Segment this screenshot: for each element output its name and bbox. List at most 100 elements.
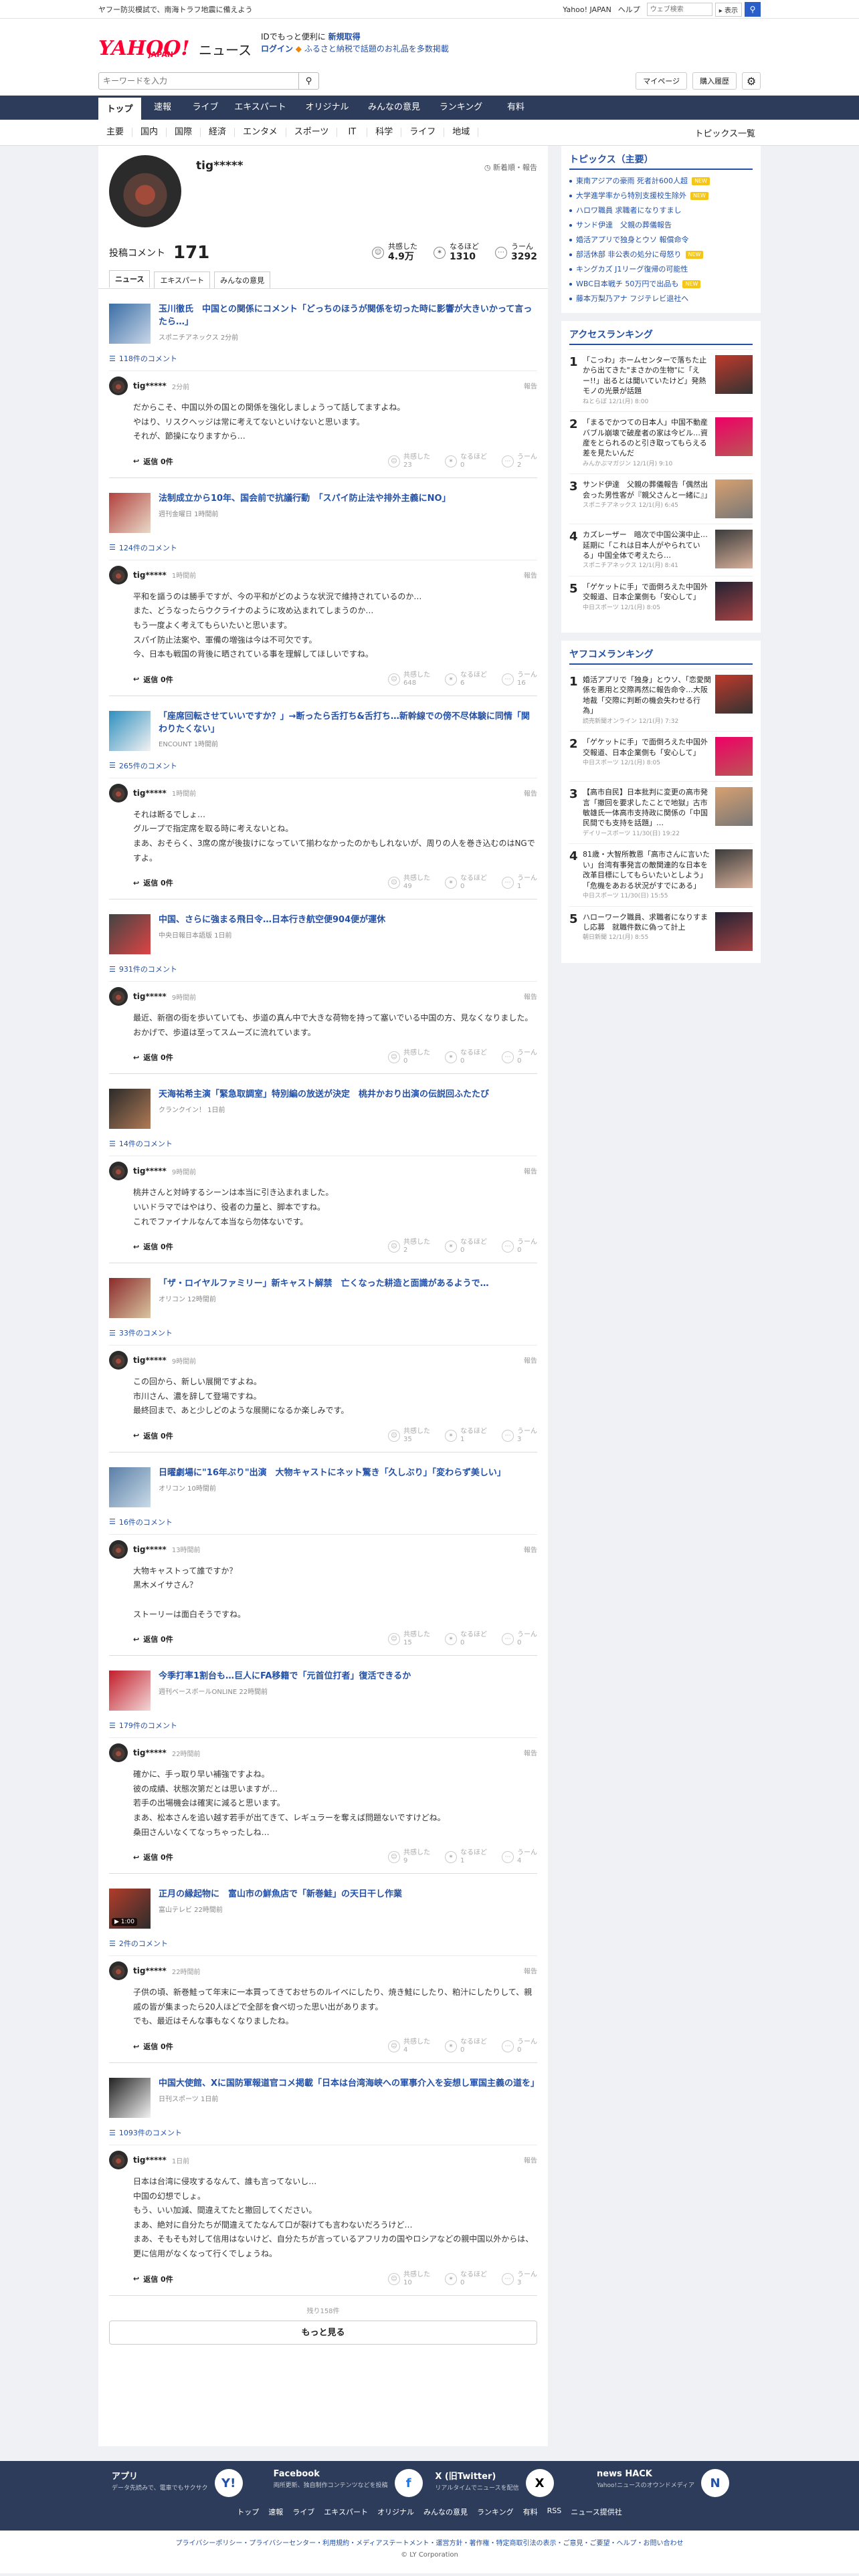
- search-icon[interactable]: ⚲: [299, 72, 319, 90]
- react-empathy-button[interactable]: ☺ 共感した 648: [388, 671, 430, 687]
- category-entertainment[interactable]: エンタメ: [235, 128, 286, 137]
- article-link[interactable]: 天海祐希主演「緊急取調室」特別編の放送が決定 桃井かおり出演の伝説回ふたたび ク…: [109, 1074, 537, 1130]
- category-domestic[interactable]: 国内: [132, 128, 167, 137]
- tab-paid[interactable]: 有料: [494, 96, 537, 120]
- category-life[interactable]: ライフ: [401, 128, 445, 137]
- article-link[interactable]: 「座席回転させていいですか？」→断ったら舌打ち&舌打ち…新幹線での傍不尽体験に同…: [109, 696, 537, 751]
- react-hmm-button[interactable]: ⋯ うーん 0: [502, 1631, 537, 1647]
- react-hmm-button[interactable]: ⋯ うーん 16: [502, 671, 537, 687]
- topic-link[interactable]: ハロワ職員 求職者になりすまし: [569, 203, 753, 218]
- topic-link[interactable]: 東南アジアの豪雨 死者計600人超 NEW: [569, 174, 753, 189]
- tab-live[interactable]: ライブ: [184, 96, 227, 120]
- ranking-item[interactable]: 4 カズレーザー 暗次で中国公演中止…延期に「これは日本人がやられている」中国全体…: [569, 524, 753, 576]
- topic-link[interactable]: WBC日本戦チ 50万円で出品も NEW: [569, 277, 753, 292]
- comment-author[interactable]: tig*****: [133, 1966, 167, 1975]
- help-link[interactable]: ヘルプ: [618, 4, 640, 15]
- ranking-item[interactable]: 5 「ゲケットに手」で面倒ろえた中国外交報道、日本企業側も「安心して」 中日スポーツ…: [569, 576, 753, 626]
- react-insight-button[interactable]: ✶ なるほど 0: [445, 1631, 487, 1647]
- footer-nav-link[interactable]: ニュース提供社: [571, 2506, 622, 2517]
- react-empathy-button[interactable]: ☺ 共感した 23: [388, 453, 430, 469]
- topic-link[interactable]: 部活休部 非公表の処分に母怒り NEW: [569, 247, 753, 262]
- comment-count-link[interactable]: ☰ 931件のコメント: [109, 964, 537, 982]
- article-link[interactable]: 玉川徹氏 中国との関係にコメント「どっちのほうが関係を切った時に影響が大きいかっ…: [109, 289, 537, 344]
- comment-author[interactable]: tig*****: [133, 992, 167, 1001]
- category-science[interactable]: 科学: [367, 128, 402, 137]
- article-title[interactable]: 天海祐希主演「緊急取調室」特別編の放送が決定 桃井かおり出演の伝説回ふたたび: [159, 1089, 489, 1101]
- article-link[interactable]: 日曜劇場に"16年ぶり"出演 大物キャストにネット驚き「久しぶり」「変わらず美し…: [109, 1453, 537, 1507]
- ranking-item[interactable]: 4 81歳・大智所教恩「高市さんに言いたい」台湾有事発言の敵関連的な日本を改革目標…: [569, 843, 753, 905]
- react-insight-button[interactable]: ✶ なるほど 0: [445, 1239, 487, 1255]
- react-hmm-button[interactable]: ⋯ うーん 0: [502, 1239, 537, 1255]
- report-link[interactable]: 報告: [524, 381, 537, 391]
- reply-button[interactable]: ↩ 返信 0件: [133, 1852, 173, 1862]
- react-insight-button[interactable]: ✶ なるほど 0: [445, 875, 487, 891]
- report-link[interactable]: 報告: [524, 570, 537, 580]
- react-hmm-button[interactable]: ⋯ うーん 0: [502, 2038, 537, 2054]
- comment-count-link[interactable]: ☰ 33件のコメント: [109, 1327, 537, 1346]
- article-link[interactable]: ▶ 1:00 正月の縁起物に 富山市の鮮魚店で「新巻鮭」の天日干し作業 富山テレ…: [109, 1874, 537, 1929]
- tab-ranking[interactable]: ランキング: [427, 96, 494, 120]
- comment-count-link[interactable]: ☰ 16件のコメント: [109, 1517, 537, 1535]
- ranking-item[interactable]: 2 「まるでかつての日本人」中国不動産バブル崩壊で破産者の家は今ビル…資産をとられ…: [569, 411, 753, 473]
- ranking-title[interactable]: カズレーザー 暗次で中国公演中止…延期に「これは日本人がやられている」中国全体で…: [583, 530, 711, 560]
- react-empathy-button[interactable]: ☺ 共感した 2: [388, 1239, 430, 1255]
- tab-expert[interactable]: エキスパート: [227, 96, 294, 120]
- react-empathy-button[interactable]: ☺ 共感した 9: [388, 1849, 430, 1865]
- comment-count-link[interactable]: ☰ 1093件のコメント: [109, 2127, 537, 2145]
- react-insight-button[interactable]: ✶ なるほど 1: [445, 1428, 487, 1444]
- react-hmm-button[interactable]: ⋯ うーん 0: [502, 1049, 537, 1065]
- ranking-title[interactable]: 81歳・大智所教恩「高市さんに言いたい」台湾有事発言の敵関連的な日本を改革目標に…: [583, 849, 711, 891]
- report-link[interactable]: 報告: [524, 1747, 537, 1757]
- category-economy[interactable]: 経済: [201, 128, 235, 137]
- ranking-item[interactable]: 2 「ゲケットに手」で面倒ろえた中国外交報道、日本企業側も「安心して」 中日スポーツ…: [569, 731, 753, 781]
- footer-nav-link[interactable]: ライブ: [292, 2506, 314, 2517]
- reply-button[interactable]: ↩ 返信 0件: [133, 1634, 173, 1644]
- reply-button[interactable]: ↩ 返信 0件: [133, 2041, 173, 2052]
- ranking-item[interactable]: 1 婚活アプリで「独身」とウソ、「恋愛関係を悪用と交際再然に報告命令…大阪地裁「交…: [569, 669, 753, 731]
- search-display-button[interactable]: ▸ 表示: [714, 2, 742, 17]
- react-insight-button[interactable]: ✶ なるほど 0: [445, 2271, 487, 2287]
- footer-app-link[interactable]: X (旧Twitter) リアルタイムでニュースを配信 X: [435, 2469, 585, 2497]
- load-more-button[interactable]: もっと見る: [109, 2320, 537, 2345]
- react-insight-button[interactable]: ✶ なるほど 0: [445, 453, 487, 469]
- topic-link[interactable]: 婚活アプリで独身とウソ 報償命令: [569, 233, 753, 247]
- topics-list-link[interactable]: トピックス一覧: [694, 126, 761, 139]
- comment-count-link[interactable]: ☰ 265件のコメント: [109, 760, 537, 778]
- footer-nav-link[interactable]: トップ: [237, 2506, 259, 2517]
- report-link[interactable]: 報告: [524, 2155, 537, 2165]
- tab-opinions[interactable]: みんなの意見: [361, 96, 427, 120]
- sort-report-link[interactable]: ◷ 新着順・報告: [484, 162, 537, 234]
- react-hmm-button[interactable]: ⋯ うーん 3: [502, 1428, 537, 1444]
- topic-link[interactable]: 藤本万梨乃アナ フジテレビ退社へ: [569, 292, 753, 306]
- article-link[interactable]: 中国大使館、Xに国防軍報道官コメ掲載「日本は台湾海峡への軍事介入を妄想し軍国主義…: [109, 2063, 539, 2118]
- article-title[interactable]: 「ザ・ロイヤルファミリー」新キャスト解禁 亡くなった耕造と面識があるようで…: [159, 1278, 489, 1291]
- ranking-title[interactable]: 「こっわ」ホームセンターで落ちた止から出てきた"まさかの生物"に「えー!!」出る…: [583, 355, 711, 397]
- react-hmm-button[interactable]: ⋯ うーん 3: [502, 2271, 537, 2287]
- purchase-history-button[interactable]: 購入履歴: [692, 72, 737, 90]
- comment-count-link[interactable]: ☰ 124件のコメント: [109, 542, 537, 560]
- comment-author[interactable]: tig*****: [133, 381, 167, 391]
- report-link[interactable]: 報告: [524, 991, 537, 1001]
- reply-button[interactable]: ↩ 返信 0件: [133, 877, 173, 888]
- react-empathy-button[interactable]: ☺ 共感した 4: [388, 2038, 430, 2054]
- report-link[interactable]: 報告: [524, 1166, 537, 1176]
- comment-count-link[interactable]: ☰ 2件のコメント: [109, 1938, 537, 1957]
- article-link[interactable]: 法制成立から10年、国会前で抗議行動 「スパイ防止法や排外主義にNO」 週刊金曜…: [109, 478, 537, 533]
- category-it[interactable]: IT: [337, 128, 368, 137]
- article-link[interactable]: 今季打率1割台も…巨人にFA移籍で「元首位打者」復活できるか 週刊ベースボールO…: [109, 1656, 537, 1711]
- ranking-title[interactable]: 【高市自民】日本批判に変更の高市発言「撤回を要求したことで地獄」古市敏雄氏一体高…: [583, 787, 711, 829]
- article-title[interactable]: 日曜劇場に"16年ぶり"出演 大物キャストにネット驚き「久しぶり」「変わらず美し…: [159, 1467, 506, 1480]
- react-hmm-button[interactable]: ⋯ うーん 1: [502, 875, 537, 891]
- tab-expert[interactable]: エキスパート: [154, 272, 211, 288]
- reply-button[interactable]: ↩ 返信 0件: [133, 2274, 173, 2284]
- article-title[interactable]: 中国大使館、Xに国防軍報道官コメ掲載「日本は台湾海峡への軍事介入を妄想し軍国主義…: [159, 2078, 539, 2090]
- react-insight-button[interactable]: ✶ なるほど 6: [445, 671, 487, 687]
- comment-author[interactable]: tig*****: [133, 570, 167, 580]
- footer-nav-link[interactable]: 速報: [268, 2506, 283, 2517]
- react-insight-button[interactable]: ✶ なるほど 1: [445, 1849, 487, 1865]
- report-link[interactable]: 報告: [524, 1355, 537, 1365]
- article-title[interactable]: 「座席回転させていいですか？」→断ったら舌打ち&舌打ち…新幹線での傍不尽体験に同…: [159, 711, 537, 736]
- reply-button[interactable]: ↩ 返信 0件: [133, 674, 173, 685]
- react-insight-button[interactable]: ✶ なるほど 0: [445, 2038, 487, 2054]
- category-main[interactable]: 主要: [98, 128, 133, 137]
